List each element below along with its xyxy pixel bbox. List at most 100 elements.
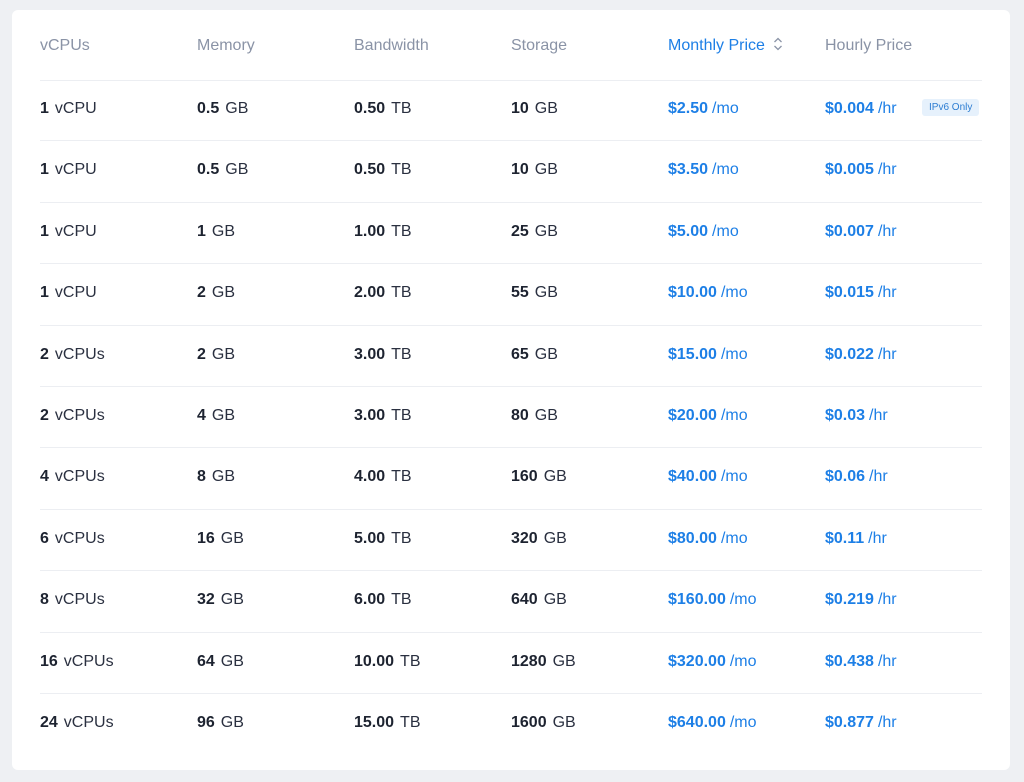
monthly-price-cell-value: $160.00 <box>668 591 726 609</box>
ipv6-badge: IPv6 Only <box>922 99 980 116</box>
hourly-price-cell-value: $0.005 <box>825 161 874 179</box>
monthly-price-cell: $5.00/mo <box>668 223 739 241</box>
header-bandwidth[interactable]: Bandwidth <box>354 37 429 55</box>
memory-cell: 0.5 GB <box>197 161 248 179</box>
memory-cell-unit: GB <box>211 284 236 302</box>
table-row[interactable]: 1 vCPU 2 GB 2.00 TB 55 GB $10.00/mo $0.015/hr <box>40 264 982 326</box>
bandwidth-cell: 5.00 TB <box>354 530 412 548</box>
storage-cell: 55 GB <box>511 284 558 302</box>
vcpu-cell: 1 vCPU <box>40 284 97 302</box>
bandwidth-cell: 2.00 TB <box>354 284 412 302</box>
header-memory[interactable]: Memory <box>197 37 255 55</box>
bandwidth-cell-unit: TB <box>391 591 412 609</box>
memory-cell-value: 16 <box>197 529 215 547</box>
monthly-price-cell-unit: /mo <box>720 406 748 424</box>
storage-cell-unit: GB <box>534 100 558 117</box>
vcpu-cell-value: 6 <box>40 529 49 547</box>
monthly-price-cell-value: $3.50 <box>668 161 709 179</box>
vcpu-cell: 6 vCPUs <box>40 530 105 548</box>
header-monthly-price[interactable]: Monthly Price <box>668 37 783 56</box>
storage-cell-unit: GB <box>534 161 558 179</box>
table-row[interactable]: 1 vCPU 0.5 GB 0.50 TB 10 GB $2.50/mo $0.004/hr IPv… <box>40 80 982 142</box>
vcpu-cell: 16 vCPUs <box>40 653 114 671</box>
storage-cell: 160 GB <box>511 468 567 486</box>
monthly-price-cell: $2.50/mo <box>668 100 739 118</box>
bandwidth-cell-unit: TB <box>391 468 412 486</box>
vcpu-cell-unit: vCPU <box>54 161 97 179</box>
hourly-price-cell-unit: /hr <box>869 406 888 424</box>
hourly-price-cell: $0.438/hr <box>825 653 897 671</box>
bandwidth-cell: 15.00 TB <box>354 714 421 732</box>
monthly-price-cell-unit: /mo <box>729 713 757 731</box>
bandwidth-cell-value: 10.00 <box>354 652 395 670</box>
table-row[interactable]: 1 vCPU 1 GB 1.00 TB 25 GB $5.00/mo $0.007/hr <box>40 203 982 265</box>
memory-cell-unit: GB <box>225 161 249 179</box>
hourly-price-cell-unit: /hr <box>868 529 887 547</box>
sort-icon[interactable] <box>773 37 783 56</box>
vcpu-cell-unit: vCPUs <box>63 652 114 670</box>
hourly-price-cell-unit: /hr <box>877 222 897 240</box>
memory-cell-value: 96 <box>197 713 215 731</box>
bandwidth-cell-unit: TB <box>391 100 412 117</box>
table-row[interactable]: 24 vCPUs 96 GB 15.00 TB 1600 GB $640.00/mo $0.877… <box>40 694 982 755</box>
table-row[interactable]: 8 vCPUs 32 GB 6.00 TB 640 GB $160.00/mo $0.219/hr <box>40 571 982 633</box>
memory-cell-unit: GB <box>220 529 244 547</box>
vcpu-cell-unit: vCPU <box>54 222 97 240</box>
table-row[interactable]: 4 vCPUs 8 GB 4.00 TB 160 GB $40.00/mo $0.06/hr <box>40 448 982 510</box>
hourly-price-cell: $0.007/hr <box>825 223 897 241</box>
bandwidth-cell-value: 6.00 <box>354 591 386 609</box>
header-storage[interactable]: Storage <box>511 37 567 55</box>
storage-cell: 640 GB <box>511 591 567 609</box>
memory-cell-value: 2 <box>197 284 206 302</box>
vcpu-cell-unit: vCPUs <box>54 591 105 609</box>
storage-cell-unit: GB <box>534 284 558 302</box>
header-vcpus[interactable]: vCPUs <box>40 37 90 55</box>
hourly-price-cell-value: $0.877 <box>825 713 874 731</box>
monthly-price-cell-value: $320.00 <box>668 652 726 670</box>
table-row[interactable]: 2 vCPUs 4 GB 3.00 TB 80 GB $20.00/mo $0.03/hr <box>40 387 982 449</box>
vcpu-cell: 8 vCPUs <box>40 591 105 609</box>
storage-cell: 1280 GB <box>511 653 576 671</box>
memory-cell: 64 GB <box>197 653 244 671</box>
bandwidth-cell-value: 15.00 <box>354 713 395 731</box>
hourly-price-cell-unit: /hr <box>877 100 897 117</box>
table-row[interactable]: 1 vCPU 0.5 GB 0.50 TB 10 GB $3.50/mo $0.005/hr <box>40 141 982 203</box>
table-row[interactable]: 16 vCPUs 64 GB 10.00 TB 1280 GB $320.00/mo $0.438… <box>40 633 982 694</box>
monthly-price-cell-value: $20.00 <box>668 406 717 424</box>
bandwidth-cell-value: 5.00 <box>354 529 386 547</box>
storage-cell-value: 80 <box>511 406 529 424</box>
hourly-price-cell-unit: /hr <box>877 652 897 670</box>
hourly-price-cell-value: $0.022 <box>825 345 874 363</box>
vcpu-cell-unit: vCPU <box>54 284 97 302</box>
bandwidth-cell-unit: TB <box>400 652 421 670</box>
hourly-price-cell: $0.219/hr <box>825 591 897 609</box>
storage-cell-value: 55 <box>511 284 529 302</box>
bandwidth-cell: 1.00 TB <box>354 223 412 241</box>
monthly-price-cell-unit: /mo <box>720 468 748 486</box>
header-hourly-price[interactable]: Hourly Price <box>825 37 912 55</box>
memory-cell: 0.5 GB <box>197 100 248 118</box>
monthly-price-cell: $10.00/mo <box>668 284 748 302</box>
hourly-price-cell-value: $0.03 <box>825 406 866 424</box>
memory-cell-unit: GB <box>211 468 236 486</box>
vcpu-cell-value: 16 <box>40 652 58 670</box>
storage-cell-value: 65 <box>511 345 529 363</box>
vcpu-cell-value: 2 <box>40 406 49 424</box>
storage-cell: 25 GB <box>511 223 558 241</box>
bandwidth-cell-value: 4.00 <box>354 468 386 486</box>
table-row[interactable]: 2 vCPUs 2 GB 3.00 TB 65 GB $15.00/mo $0.022/hr <box>40 326 982 387</box>
vcpu-cell-value: 8 <box>40 591 49 609</box>
pricing-table: vCPUs Memory Bandwidth Storage Monthly P… <box>12 10 1010 770</box>
table-row[interactable]: 6 vCPUs 16 GB 5.00 TB 320 GB $80.00/mo $0.11/hr <box>40 510 982 572</box>
vcpu-cell-value: 1 <box>40 100 49 117</box>
storage-cell: 10 GB <box>511 161 558 179</box>
bandwidth-cell: 6.00 TB <box>354 591 412 609</box>
vcpu-cell: 2 vCPUs <box>40 346 105 364</box>
memory-cell-unit: GB <box>225 100 249 117</box>
monthly-price-cell-unit: /mo <box>712 222 739 240</box>
bandwidth-cell-value: 0.50 <box>354 161 386 179</box>
storage-cell-value: 320 <box>511 529 538 547</box>
vcpu-cell-unit: vCPUs <box>54 468 105 486</box>
bandwidth-cell-value: 1.00 <box>354 222 386 240</box>
monthly-price-cell: $80.00/mo <box>668 530 748 548</box>
